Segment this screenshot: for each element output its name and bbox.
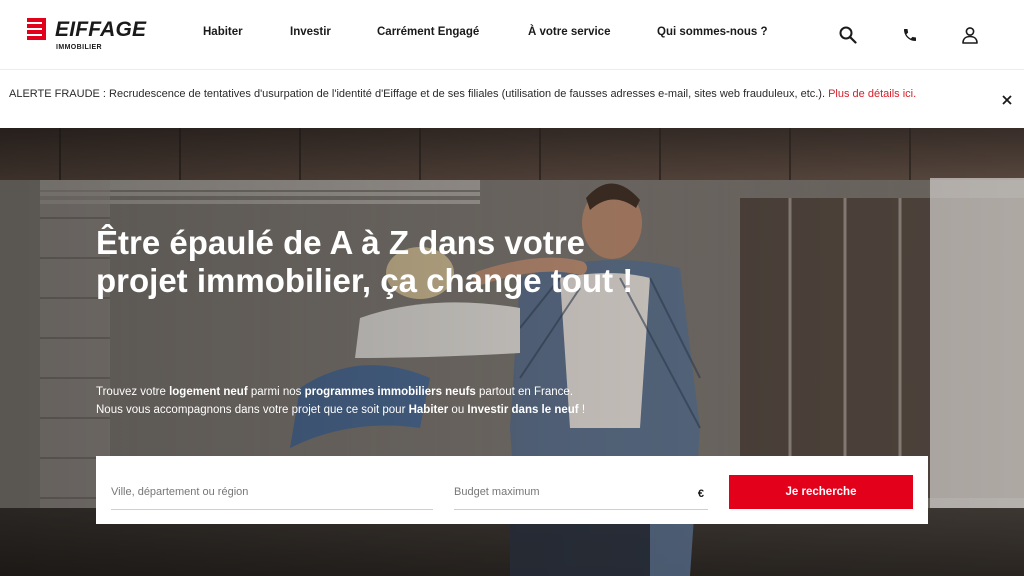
location-input[interactable]: Ville, département ou région	[111, 476, 433, 510]
budget-placeholder: Budget maximum	[454, 486, 540, 498]
nav-item-investir[interactable]: Investir	[290, 26, 331, 38]
fraud-alert-message: ALERTE FRAUDE : Recrudescence de tentati…	[9, 88, 916, 100]
hero-desc-text: parmi nos	[247, 386, 305, 398]
budget-input[interactable]: Budget maximum €	[454, 476, 708, 510]
nav-item-habiter[interactable]: Habiter	[203, 26, 243, 38]
close-icon[interactable]	[998, 91, 1016, 109]
user-icon[interactable]	[957, 22, 983, 48]
hero-desc-bold: Investir dans le neuf	[467, 404, 579, 416]
hero-desc-text: Trouvez votre	[96, 386, 170, 398]
hero-desc-text: partout en France.	[475, 386, 574, 398]
search-submit-button[interactable]: Je recherche	[729, 475, 913, 509]
nav-item-carrement-engage[interactable]: Carrément Engagé	[377, 26, 479, 38]
hero-description: Trouvez votre logement neuf parmi nos pr…	[96, 383, 585, 419]
nav-item-a-votre-service[interactable]: À votre service	[528, 26, 610, 38]
hero-desc-text: !	[578, 404, 586, 416]
main-nav: Habiter Investir Carrément Engagé À votr…	[0, 0, 1024, 70]
fraud-alert-details-link[interactable]: Plus de détails ici.	[828, 88, 916, 100]
hero-title: Être épaulé de A à Z dans votre projet i…	[96, 224, 634, 299]
fraud-alert-text: ALERTE FRAUDE : Recrudescence de tentati…	[9, 88, 829, 100]
currency-symbol: €	[697, 488, 704, 500]
hero-desc-text: ou	[448, 404, 468, 416]
location-placeholder: Ville, département ou région	[111, 486, 249, 498]
fraud-alert-bar: ALERTE FRAUDE : Recrudescence de tentati…	[0, 71, 1024, 128]
search-icon[interactable]	[835, 22, 861, 48]
hero-desc-bold: Habiter	[408, 404, 449, 416]
hero-desc-bold: programmes immobiliers neufs	[304, 386, 476, 398]
phone-icon[interactable]	[897, 22, 923, 48]
property-search-form: Ville, département ou région Budget maxi…	[96, 456, 928, 524]
hero-desc-text: Nous vous accompagnons dans votre projet…	[96, 404, 409, 416]
nav-item-qui-sommes-nous[interactable]: Qui sommes-nous ?	[657, 26, 768, 38]
hero-desc-bold: logement neuf	[169, 386, 248, 398]
site-header: EIFFAGE IMMOBILIER Habiter Investir Carr…	[0, 0, 1024, 70]
hero-description-line-2: Nous vous accompagnons dans votre projet…	[96, 401, 585, 419]
hero-description-line-1: Trouvez votre logement neuf parmi nos pr…	[96, 383, 585, 401]
